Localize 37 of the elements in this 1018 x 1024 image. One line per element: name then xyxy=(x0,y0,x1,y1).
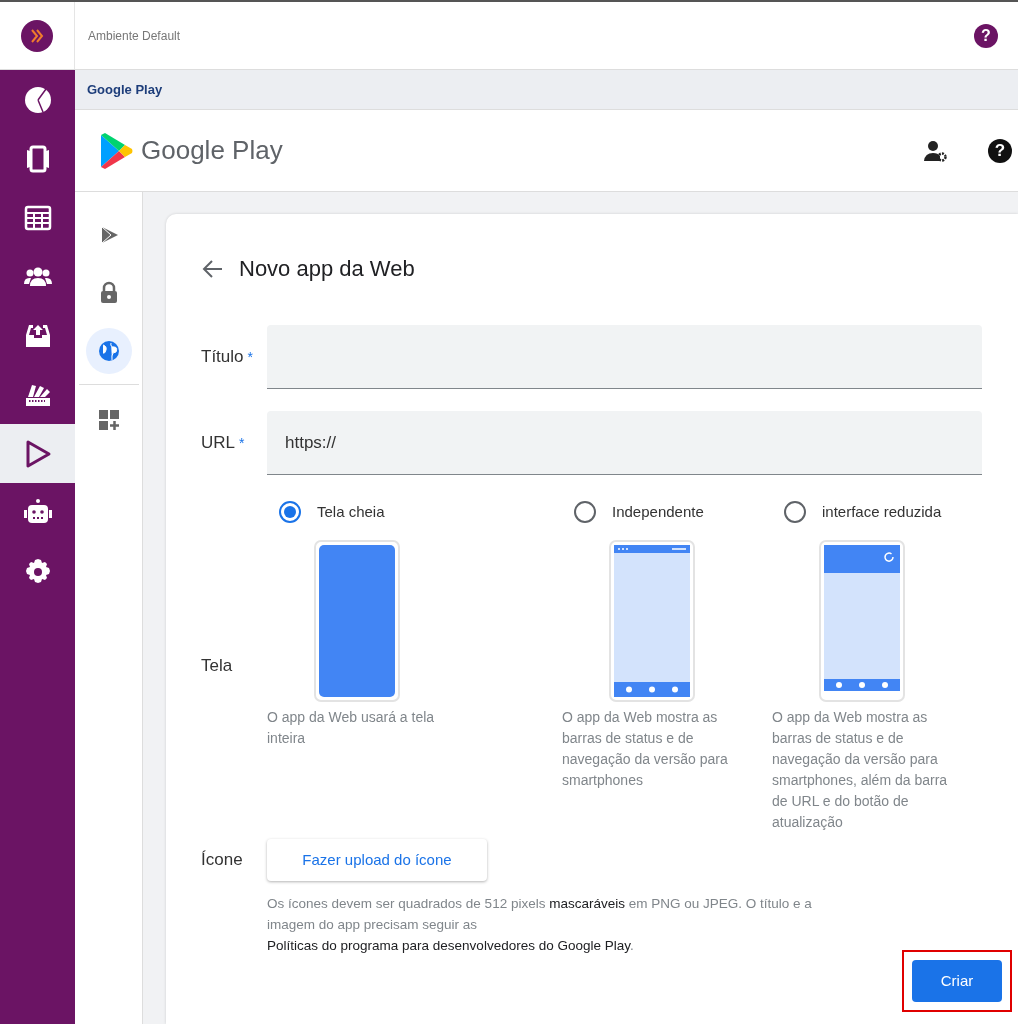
field-label: Tela xyxy=(201,655,233,678)
globe-icon xyxy=(96,339,121,363)
option-description: O app da Web mostra as barras de status e de navegação da versão para smartphones, além da barra de URL e do botão de atualização xyxy=(772,708,949,832)
side-tab[interactable] xyxy=(85,328,132,374)
required-mark: * xyxy=(239,434,245,454)
logo-icon[interactable] xyxy=(20,18,54,53)
option-description: O app da Web usará a tela inteira xyxy=(267,708,436,748)
chart-icon xyxy=(22,84,53,115)
radio-label[interactable]: interface reduzida xyxy=(822,500,942,524)
play-logo-icon xyxy=(99,132,133,169)
link[interactable]: mascaráveis xyxy=(549,896,625,911)
environment-label: Ambiente Default xyxy=(88,27,181,45)
field-label: Título xyxy=(201,346,244,369)
form-title: Novo app da Web xyxy=(239,255,415,283)
radio-button[interactable] xyxy=(784,501,806,523)
help-button[interactable]: ? xyxy=(974,23,998,48)
back-arrow-icon[interactable] xyxy=(201,258,223,279)
upload-icon-button[interactable]: Fazer upload do ícone xyxy=(267,839,487,881)
radio-button[interactable] xyxy=(279,501,301,523)
field-label: URL xyxy=(201,432,235,455)
help-button[interactable]: ? xyxy=(988,138,1012,163)
option-description: O app da Web mostra as barras de status e de navegação da versão para smartphones xyxy=(562,708,729,790)
radio-label[interactable]: Tela cheia xyxy=(317,500,385,524)
required-mark: * xyxy=(247,348,253,368)
breadcrumb: Google Play xyxy=(87,80,163,99)
link[interactable]: Políticas do programa para desenvolvedores do Google Play xyxy=(267,938,630,953)
radio-button[interactable] xyxy=(574,501,596,523)
brand-name: Google Play xyxy=(141,134,283,167)
create-button[interactable]: Criar xyxy=(912,960,1002,1002)
nav-item[interactable] xyxy=(0,424,75,483)
radio-label[interactable]: Independente xyxy=(612,500,704,524)
user-settings-icon[interactable] xyxy=(924,139,948,162)
add-widget-icon xyxy=(96,408,121,432)
input-field[interactable] xyxy=(267,325,982,389)
field-label: Ícone xyxy=(201,850,243,869)
icon-help-text: Os ícones devem ser quadrados de 512 pixels mascaráveis em PNG ou JPEG. O título e a imagem do app precisam seguir as Políticas do programa para desenvolvedores do Google Play. xyxy=(267,895,813,955)
input-field[interactable]: https:// xyxy=(267,411,982,475)
